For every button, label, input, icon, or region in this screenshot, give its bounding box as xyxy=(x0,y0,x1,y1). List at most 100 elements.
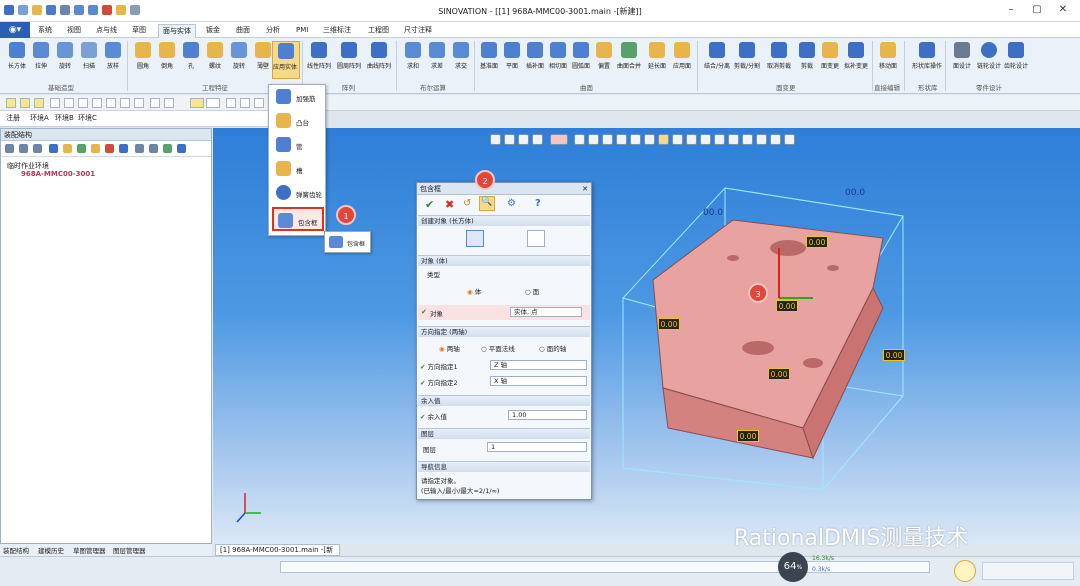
ribbon-button-sweep[interactable]: 扫描 xyxy=(77,41,101,79)
ribbon-button-face-design[interactable]: 面设计 xyxy=(950,41,974,79)
ribbon-button-union[interactable]: 求和 xyxy=(401,41,425,79)
ribbon-button-fillet[interactable]: 圆角 xyxy=(131,41,155,79)
ribbon-button-sprocket-design[interactable]: 链轮设计 xyxy=(977,41,1001,79)
tab-layer-manager[interactable]: 图层管理器 xyxy=(113,545,146,555)
ribbon-button-surface-merge[interactable]: 曲面合并 xyxy=(617,41,641,79)
ribbon-button-apply-surface[interactable]: 应用面 xyxy=(670,41,694,79)
snap-body-icon[interactable] xyxy=(164,98,174,108)
margin-tag[interactable]: 0.00 xyxy=(776,300,798,312)
tab-drawing[interactable]: 工程图 xyxy=(364,24,393,38)
close-icon[interactable]: ✕ xyxy=(582,183,588,195)
view-tool-icon[interactable] xyxy=(616,134,627,145)
view-tool-icon[interactable] xyxy=(504,134,515,145)
undo-icon[interactable]: ↺ xyxy=(463,198,471,209)
snap-edge-icon[interactable] xyxy=(134,98,144,108)
command-input[interactable] xyxy=(280,561,930,573)
mascot-icon[interactable] xyxy=(954,560,976,582)
view-tool-icon[interactable] xyxy=(644,134,655,145)
panel-tool-icon[interactable] xyxy=(33,144,42,153)
view-tool-icon[interactable] xyxy=(490,134,501,145)
snap-more-icon[interactable] xyxy=(254,98,264,108)
ribbon-button-offset[interactable]: 偏置 xyxy=(592,41,616,79)
ribbon-button-datum-plane[interactable]: 基准面 xyxy=(477,41,501,79)
snap-center-icon[interactable] xyxy=(92,98,102,108)
snap-grid-icon[interactable] xyxy=(120,98,130,108)
ribbon-button-revolve[interactable]: 旋转 xyxy=(53,41,77,79)
ribbon-button-intersect[interactable]: 求交 xyxy=(449,41,473,79)
view-tool-icon[interactable] xyxy=(714,134,725,145)
menu-item-rib[interactable]: 加强筋 xyxy=(272,85,324,109)
panel-tool-icon[interactable] xyxy=(77,144,86,153)
tree-item-part[interactable]: 968A-MMC00-3001 xyxy=(21,170,95,178)
tab-surface-solid[interactable]: 面与实体 xyxy=(158,24,196,38)
view-tool-icon[interactable] xyxy=(602,134,613,145)
tab-sheet-metal[interactable]: 钣金 xyxy=(202,24,224,38)
radio-body[interactable]: ◉ 体 xyxy=(467,286,507,296)
view-tool-icon[interactable] xyxy=(686,134,697,145)
view-tool-icon[interactable] xyxy=(770,134,781,145)
ribbon-button-fit-change[interactable]: 拟补变更 xyxy=(844,41,868,79)
panel-tool-icon[interactable] xyxy=(119,144,128,153)
ribbon-button-join-separate[interactable]: 结合/分离 xyxy=(704,41,730,79)
snap-auto-icon[interactable] xyxy=(190,98,204,108)
snap-mid-icon[interactable] xyxy=(34,98,44,108)
ribbon-button-trim[interactable]: 剪裁 xyxy=(795,41,819,79)
dir1-select[interactable]: Z 轴 xyxy=(490,360,587,370)
panel-tool-icon[interactable] xyxy=(19,144,28,153)
margin-tag[interactable]: 0.00 xyxy=(768,368,790,380)
snap-axis-icon[interactable] xyxy=(240,98,250,108)
ribbon-button-extend-surface[interactable]: 延长面 xyxy=(645,41,669,79)
view-tool-icon[interactable] xyxy=(574,134,585,145)
dir2-select[interactable]: X 轴 xyxy=(490,376,587,386)
tab-sketch[interactable]: 草图 xyxy=(128,24,150,38)
document-tab[interactable]: [1] 968A-MMC00-3001.main -[新建] xyxy=(215,544,340,564)
tab-3d-annotation[interactable]: 三维标注 xyxy=(319,24,355,38)
tab-view[interactable]: 视图 xyxy=(63,24,85,38)
margin-tag[interactable]: 0.00 xyxy=(806,236,828,248)
tab-assembly[interactable]: 装配结构 xyxy=(3,545,29,555)
ribbon-button-extrude[interactable]: 拉伸 xyxy=(29,41,53,79)
view-tool-icon[interactable] xyxy=(658,134,669,145)
tab-surface[interactable]: 曲面 xyxy=(232,24,254,38)
box-type-button[interactable] xyxy=(466,230,484,247)
tab-system[interactable]: 系统 xyxy=(34,24,56,38)
help-icon[interactable]: ? xyxy=(535,198,541,209)
env-tab-c[interactable]: 环境C xyxy=(78,113,97,123)
ribbon-button-untrim[interactable]: 取消剪裁 xyxy=(767,41,791,79)
ribbon-button-plane[interactable]: 平面 xyxy=(500,41,524,79)
ribbon-button-gear-design[interactable]: 齿轮设计 xyxy=(1004,41,1028,79)
refresh-icon[interactable] xyxy=(163,144,172,153)
ribbon-button-trim-split[interactable]: 剪裁/分割 xyxy=(734,41,760,79)
filter-icon[interactable] xyxy=(149,144,158,153)
layer-input[interactable]: 1 xyxy=(487,442,587,452)
snap-end-icon[interactable] xyxy=(20,98,30,108)
ribbon-button-interp-surface[interactable]: 插补面 xyxy=(523,41,547,79)
search-icon[interactable] xyxy=(135,144,144,153)
panel-tool-icon[interactable] xyxy=(105,144,114,153)
ribbon-button-tangent-surface[interactable]: 相切面 xyxy=(546,41,570,79)
radio-two-axis[interactable]: ◉ 两轴 xyxy=(439,343,479,353)
object-field[interactable]: 实体, 点 xyxy=(510,307,582,317)
margin-tag[interactable]: 0.00 xyxy=(658,318,680,330)
snap-face-icon[interactable] xyxy=(106,98,116,108)
panel-tool-icon[interactable] xyxy=(5,144,14,153)
ribbon-button-thread[interactable]: 螺纹 xyxy=(203,41,227,79)
radio-face[interactable]: ○ 面 xyxy=(525,286,565,296)
ribbon-button-circular-array[interactable]: 圆周阵列 xyxy=(337,41,361,79)
tab-dimension[interactable]: 尺寸注释 xyxy=(400,24,436,38)
view-tool-icon[interactable] xyxy=(532,134,543,145)
ribbon-button-chamfer[interactable]: 倒角 xyxy=(155,41,179,79)
snap-exit-icon[interactable] xyxy=(206,98,220,108)
maximize-button[interactable]: ▢ xyxy=(1030,3,1044,17)
radio-face-axis[interactable]: ○ 面的轴 xyxy=(539,343,579,353)
view-tool-icon[interactable] xyxy=(756,134,767,145)
tab-sketch-manager[interactable]: 草图管理器 xyxy=(73,545,106,555)
view-tool-icon[interactable] xyxy=(700,134,711,145)
ok-icon[interactable]: ✔ xyxy=(425,198,434,211)
ime-toolbar[interactable] xyxy=(982,562,1074,580)
snap-arc-icon[interactable] xyxy=(64,98,74,108)
ribbon-button-linear-array[interactable]: 线性阵列 xyxy=(307,41,331,79)
menu-item-tube[interactable]: 管 xyxy=(272,133,324,157)
help-icon[interactable] xyxy=(177,144,186,153)
panel-tool-icon[interactable] xyxy=(63,144,72,153)
